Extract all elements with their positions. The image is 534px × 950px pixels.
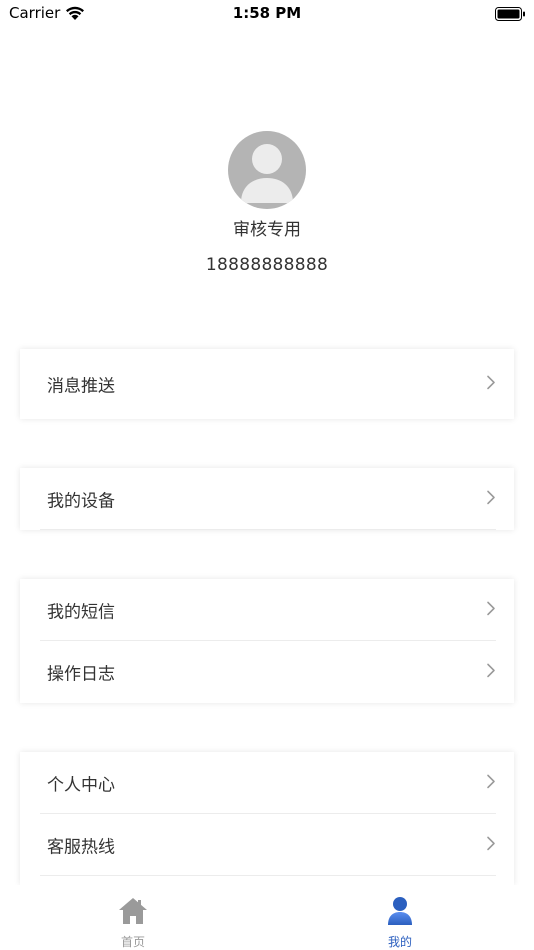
- clock: 1:58 PM: [232, 4, 302, 22]
- chevron-right-icon: [487, 774, 495, 789]
- menu-item-label: 操作日志: [47, 664, 115, 685]
- user-name: 审核专用: [233, 220, 301, 240]
- tab-bar: 首页 我的: [0, 885, 534, 950]
- menu-item-message-push[interactable]: 消息推送: [20, 349, 514, 419]
- battery-icon: [495, 7, 525, 21]
- menu-card-notifications: 消息推送: [20, 349, 514, 419]
- chevron-right-icon: [487, 601, 495, 616]
- menu-item-my-sms[interactable]: 我的短信: [20, 579, 514, 641]
- chevron-right-icon: [487, 663, 495, 678]
- menu-card-devices: 我的设备: [20, 468, 514, 530]
- chevron-right-icon: [487, 490, 495, 505]
- screen: Carrier 1:58 PM 审核专用 18888888888 消息推送 我的…: [0, 0, 534, 950]
- tab-label: 我的: [387, 935, 412, 949]
- menu-item-service-hotline[interactable]: 客服热线: [20, 814, 514, 876]
- menu-card-personal-service: 个人中心 客服热线: [20, 752, 514, 885]
- user-phone: 18888888888: [205, 255, 329, 275]
- row-divider: [40, 529, 496, 530]
- row-divider: [40, 875, 496, 876]
- status-bar: Carrier 1:58 PM: [0, 0, 534, 28]
- tab-mine[interactable]: 我的: [340, 895, 460, 950]
- avatar[interactable]: [228, 131, 306, 209]
- menu-item-label: 我的短信: [47, 602, 115, 623]
- user-icon: [388, 897, 412, 925]
- menu-item-operation-log[interactable]: 操作日志: [20, 641, 514, 703]
- menu-item-label: 我的设备: [47, 491, 115, 512]
- avatar-placeholder-icon: [241, 144, 293, 203]
- tab-label: 首页: [120, 935, 145, 949]
- menu-item-label: 个人中心: [47, 775, 115, 796]
- chevron-right-icon: [487, 375, 495, 390]
- home-icon: [119, 898, 147, 924]
- menu-item-label: 客服热线: [47, 837, 115, 858]
- menu-item-personal-center[interactable]: 个人中心: [20, 752, 514, 814]
- menu-item-label: 消息推送: [47, 376, 115, 397]
- chevron-right-icon: [487, 836, 495, 851]
- menu-card-sms-logs: 我的短信 操作日志: [20, 579, 514, 703]
- tab-home[interactable]: 首页: [73, 895, 193, 950]
- menu-item-my-devices[interactable]: 我的设备: [20, 468, 514, 530]
